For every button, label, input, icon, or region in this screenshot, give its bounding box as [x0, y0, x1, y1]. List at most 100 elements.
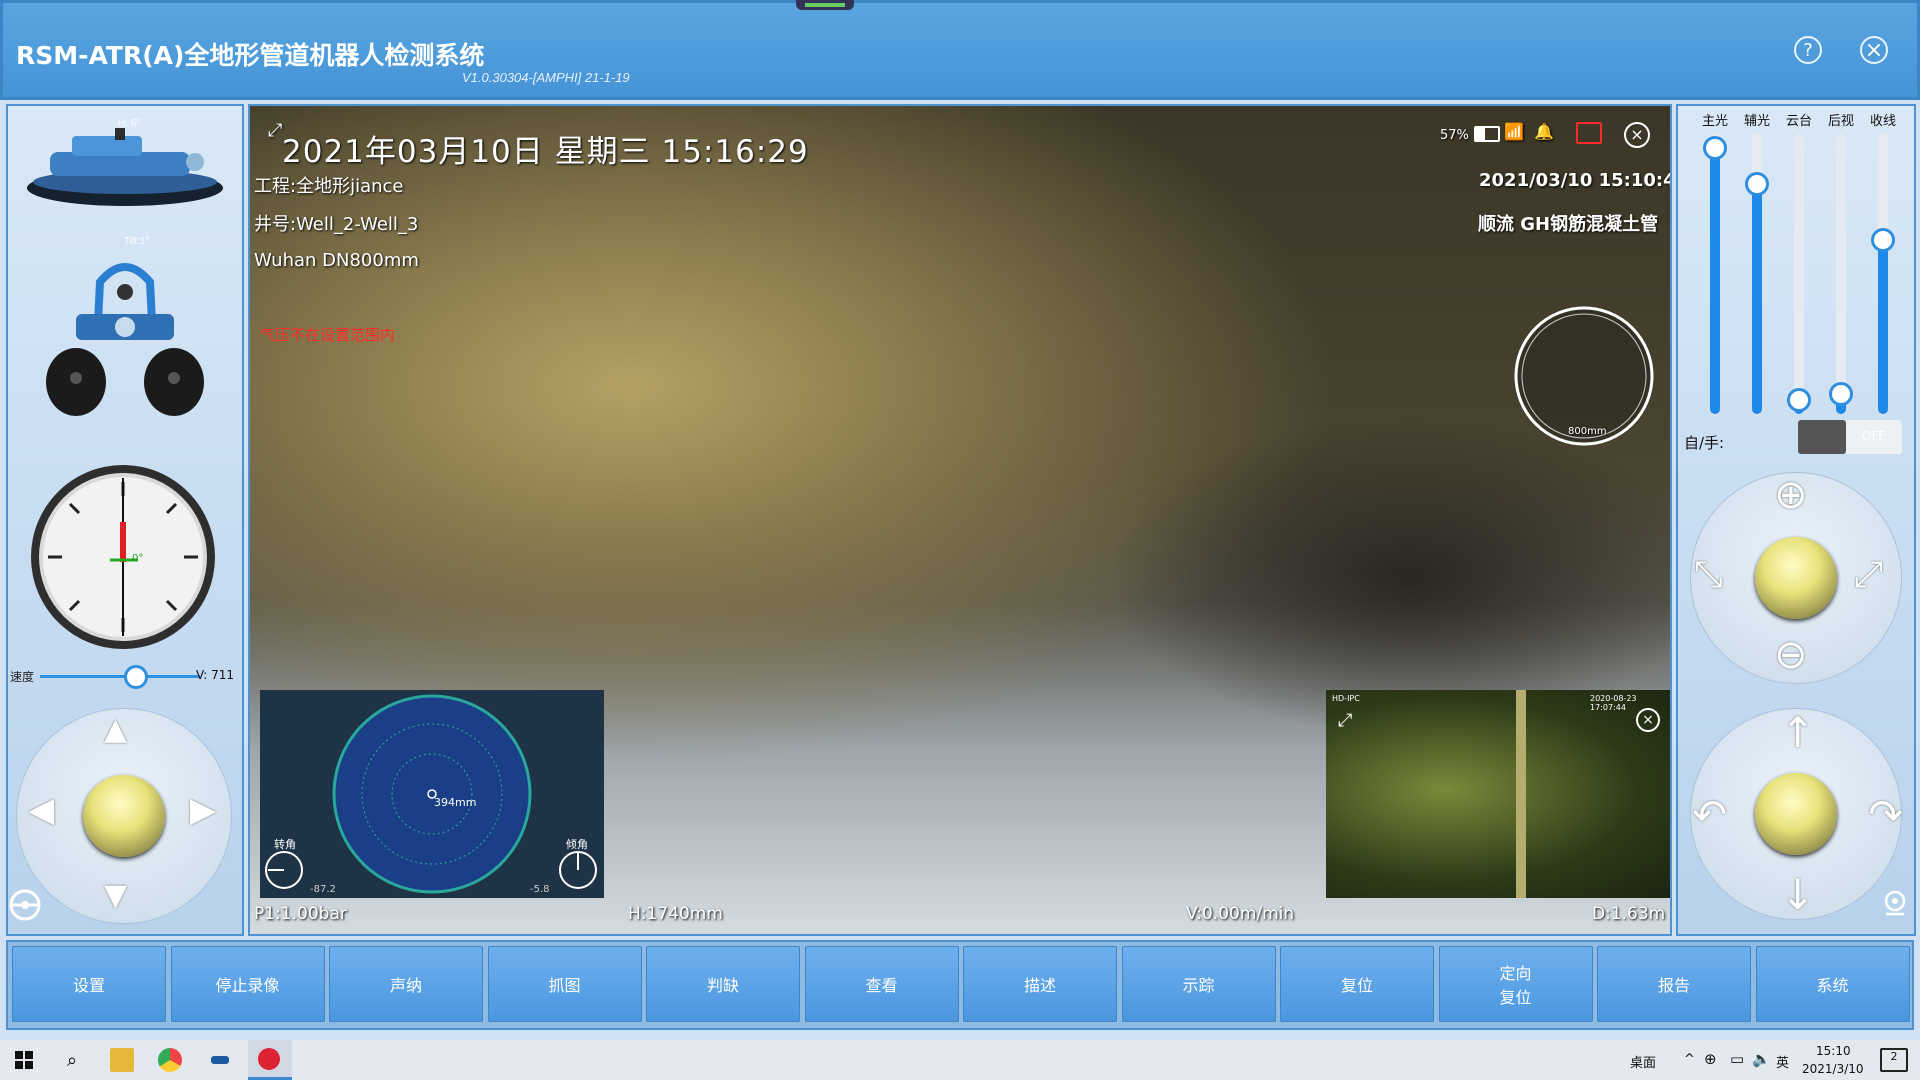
focus-near-icon[interactable]: ⤢	[1854, 554, 1883, 596]
zoom-joystick[interactable]	[1755, 537, 1837, 619]
toolbar-button-6[interactable]: 描述	[963, 946, 1117, 1022]
well-number: 井号:Well_2-Well_3	[254, 214, 419, 235]
height-readout: H:1740mm	[628, 904, 723, 924]
toolbar-button-10[interactable]: 报告	[1597, 946, 1751, 1022]
ime-indicator[interactable]: 英	[1776, 1052, 1789, 1071]
network-icon[interactable]: ⊕	[1704, 1050, 1717, 1068]
pip-scene-rope	[1516, 690, 1526, 898]
record-timestamp: 2021/03/10 15:10:43	[1479, 170, 1672, 191]
toolbar-button-4[interactable]: 判缺	[646, 946, 800, 1022]
slider-knob-4[interactable]	[1871, 228, 1895, 252]
window-grip[interactable]	[796, 0, 854, 10]
zoom-in-icon[interactable]: ⊕	[1774, 472, 1808, 518]
active-app-button[interactable]	[248, 1040, 292, 1080]
toolbar-button-8[interactable]: 复位	[1280, 946, 1434, 1022]
tray-time[interactable]: 15:10	[1816, 1044, 1851, 1058]
pan-tilt-joystick[interactable]	[1755, 773, 1837, 855]
toolbar-button-1[interactable]: 停止录像	[170, 946, 325, 1022]
gauge-value: 0°	[132, 553, 144, 564]
chrome-icon[interactable]	[158, 1048, 182, 1072]
tilt-up-button[interactable]: ↑	[1780, 708, 1815, 757]
move-right-button[interactable]: ▶	[190, 790, 216, 830]
speed-label: 速度	[10, 670, 35, 684]
move-backward-button[interactable]: ▼	[104, 878, 127, 913]
move-forward-button[interactable]: ▲	[104, 712, 127, 747]
search-icon[interactable]: ⌕	[60, 1048, 84, 1072]
slider-label-0: 主光	[1701, 114, 1728, 129]
pressure-warning: 气压不在设置范围内	[260, 326, 396, 344]
video-datetime: 2021年03月10日 星期三 15:16:29	[282, 134, 809, 170]
slider-knob-1[interactable]	[1745, 172, 1769, 196]
speed-value: V: 711	[196, 668, 234, 682]
speed-slider-track[interactable]	[40, 675, 200, 678]
toolbar-button-9[interactable]: 定向 复位	[1438, 946, 1593, 1022]
pip-timestamp: 2020-08-23 17:07:44	[1590, 694, 1637, 712]
desktop-label[interactable]: 桌面	[1630, 1052, 1656, 1071]
wifi-icon: 📶	[1504, 122, 1524, 141]
toolbar-button-7[interactable]: 示踪	[1121, 946, 1276, 1022]
pipe-location: Wuhan DN800mm	[254, 250, 419, 271]
windows-start-icon[interactable]	[12, 1048, 36, 1072]
battery-tray-icon[interactable]: ▭	[1730, 1050, 1744, 1068]
tilt-angle-value: -5.8	[530, 884, 550, 895]
mode-label: 自/手:	[1684, 434, 1725, 452]
tilt-down-button[interactable]: ↓	[1780, 870, 1815, 919]
toolbar-button-5[interactable]: 查看	[804, 946, 959, 1022]
notification-icon[interactable]: 2	[1880, 1048, 1908, 1072]
close-icon[interactable]: ×	[1860, 36, 1888, 64]
sonar-panel[interactable]: 394mm 转角 -87.2 倾角 -5.8	[260, 690, 604, 898]
speed-slider-knob[interactable]	[124, 665, 148, 689]
camera-video-feed[interactable]: ⤢ 2021年03月10日 星期三 15:16:29 工程:全地形jiance …	[248, 104, 1672, 936]
rear-camera-pip[interactable]: HD-IPC 2020-08-23 17:07:44 ⤢ ×	[1326, 690, 1670, 898]
rotate-left-button[interactable]: ↶	[1692, 790, 1727, 839]
bell-icon: 🔔	[1534, 122, 1554, 141]
movement-joystick[interactable]	[83, 775, 165, 857]
battery-percent: 57%	[1440, 128, 1469, 143]
pip-expand-icon[interactable]: ⤢	[1338, 710, 1352, 731]
slider-knob-3[interactable]	[1829, 382, 1853, 406]
toolbar-button-3[interactable]: 抓图	[487, 946, 642, 1022]
camera-toggle-icon[interactable]	[1880, 888, 1910, 918]
slider-track-2[interactable]	[1794, 134, 1804, 414]
light-sliders: 主光 辅光 云台 后视 收线	[1676, 104, 1916, 424]
help-icon[interactable]: ?	[1794, 36, 1822, 64]
zoom-out-icon[interactable]: ⊖	[1774, 632, 1808, 678]
battery-icon	[1474, 126, 1500, 142]
rotate-right-button[interactable]: ↷	[1868, 790, 1903, 839]
move-left-button[interactable]: ◀	[28, 790, 54, 830]
attitude-gauge	[31, 465, 215, 649]
fullscreen-icon[interactable]: ⤢	[268, 120, 282, 141]
steering-wheel-icon[interactable]	[8, 888, 42, 922]
record-icon[interactable]	[1576, 122, 1602, 144]
file-explorer-icon[interactable]	[110, 1048, 134, 1072]
tilt-label: Tilt:1°	[124, 236, 150, 247]
tray-date[interactable]: 2021/3/10	[1802, 1062, 1864, 1076]
auto-manual-toggle[interactable]: OFF	[1798, 420, 1902, 454]
slider-track-3[interactable]	[1836, 134, 1846, 414]
slider-knob-0[interactable]	[1703, 136, 1727, 160]
toolbar-button-2[interactable]: 声纳	[329, 946, 483, 1022]
project-name: 工程:全地形jiance	[254, 176, 404, 197]
toolbar-button-11[interactable]: 系统	[1755, 946, 1910, 1022]
slider-fill-1	[1752, 184, 1762, 414]
slider-knob-2[interactable]	[1787, 388, 1811, 412]
app-title: RSM-ATR(A)全地形管道机器人检测系统	[16, 41, 485, 70]
slider-label-4: 收线	[1869, 114, 1896, 129]
focus-far-icon[interactable]: ⤡	[1694, 554, 1723, 596]
sonar-scan-display	[332, 694, 532, 894]
video-close-icon[interactable]: ×	[1624, 122, 1650, 148]
volume-icon[interactable]: 🔈	[1752, 1050, 1771, 1068]
pressure-readout: P1:1.00bar	[254, 904, 347, 924]
robot-app-icon[interactable]	[208, 1048, 232, 1072]
slider-label-3: 后视	[1827, 114, 1854, 129]
toolbar-button-0[interactable]: 设置	[12, 946, 166, 1022]
slider-label-1: 辅光	[1743, 114, 1770, 129]
sonar-distance: 394mm	[434, 796, 477, 809]
distance-readout: D:1.63m	[1592, 904, 1666, 924]
turn-angle-value: -87.2	[310, 884, 336, 895]
robot-front-view-icon	[46, 263, 204, 416]
tray-expand-icon[interactable]: ^	[1684, 1052, 1695, 1067]
slider-label-2: 云台	[1785, 114, 1812, 129]
pip-close-icon[interactable]: ×	[1636, 708, 1660, 732]
slider-fill-4	[1878, 240, 1888, 414]
